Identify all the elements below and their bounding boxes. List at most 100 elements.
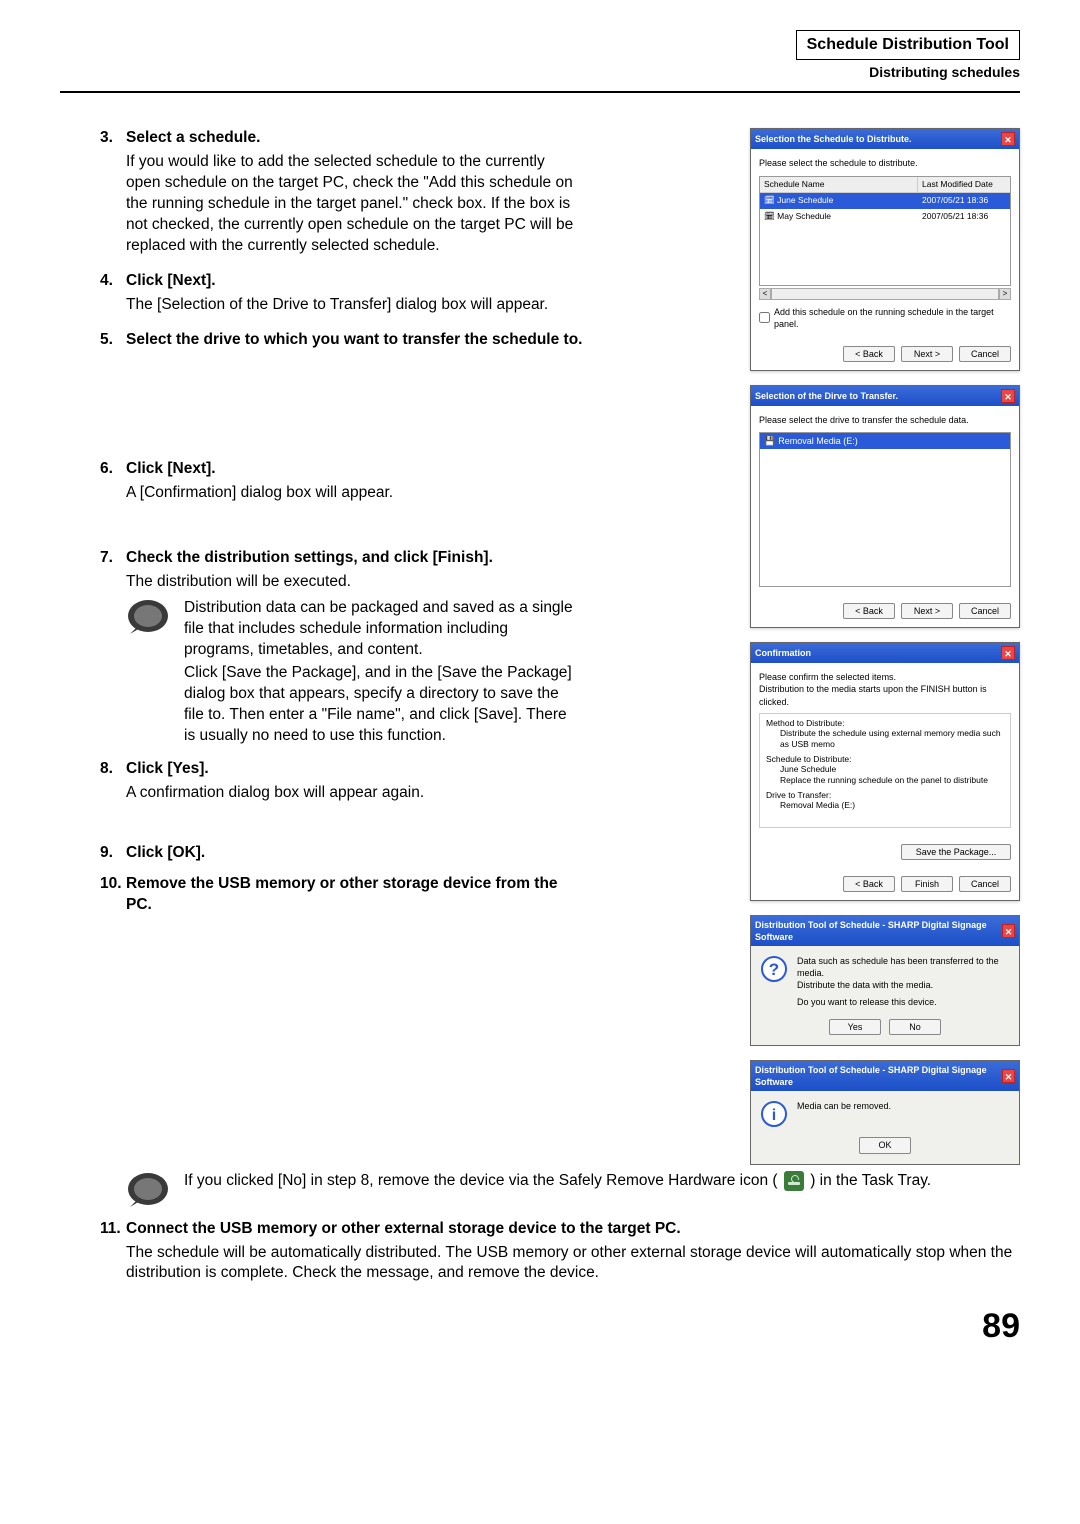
page-number: 89 bbox=[60, 1304, 1020, 1350]
step-title: Check the distribution settings, and cli… bbox=[126, 548, 493, 569]
scroll-track[interactable] bbox=[771, 288, 999, 300]
info-icon: i bbox=[761, 1101, 787, 1127]
step-3-body: If you would like to add the selected sc… bbox=[126, 152, 580, 257]
close-icon[interactable]: ✕ bbox=[1002, 1069, 1015, 1083]
msg-line2: Distribute the data with the media. bbox=[797, 980, 1009, 992]
row-name: May Schedule bbox=[777, 211, 831, 221]
step-6-body: A [Confirmation] dialog box will appear. bbox=[126, 483, 580, 504]
step-10-note: If you clicked [No] in step 8, remove th… bbox=[126, 1171, 1020, 1207]
step-5-heading: 5. Select the drive to which you want to… bbox=[100, 330, 730, 351]
dialog-titlebar: Distribution Tool of Schedule - SHARP Di… bbox=[751, 916, 1019, 946]
confirmation-dialog: Confirmation ✕ Please confirm the select… bbox=[750, 642, 1020, 901]
finish-button[interactable]: Finish bbox=[901, 876, 953, 892]
dialog-title-text: Distribution Tool of Schedule - SHARP Di… bbox=[755, 1064, 1002, 1088]
dialog-title-text: Selection the Schedule to Distribute. bbox=[755, 133, 912, 145]
header-title-box: Schedule Distribution Tool bbox=[796, 30, 1020, 60]
drive-label: Drive to Transfer: bbox=[766, 790, 1004, 801]
drive-list[interactable]: 💾 Removal Media (E:) bbox=[759, 432, 1011, 587]
next-button[interactable]: Next > bbox=[901, 603, 953, 619]
list-row-selected[interactable]: 🗓 June Schedule 2007/05/21 18:36 bbox=[760, 193, 1010, 208]
save-package-button[interactable]: Save the Package... bbox=[901, 844, 1011, 860]
dialog-titlebar: Selection the Schedule to Distribute. ✕ bbox=[751, 129, 1019, 149]
step-title: Remove the USB memory or other storage d… bbox=[126, 874, 580, 916]
dialog-titlebar: Distribution Tool of Schedule - SHARP Di… bbox=[751, 1061, 1019, 1091]
step-number: 3. bbox=[100, 128, 126, 149]
tip-icon bbox=[126, 598, 170, 634]
step-11-heading: 11. Connect the USB memory or other exte… bbox=[100, 1219, 1020, 1240]
close-icon[interactable]: ✕ bbox=[1001, 389, 1015, 403]
msg-line1: Data such as schedule has been transferr… bbox=[797, 956, 1009, 979]
row-name: June Schedule bbox=[777, 195, 833, 205]
confirm-line2: Distribution to the media starts upon th… bbox=[759, 683, 1011, 707]
step-3-heading: 3. Select a schedule. bbox=[100, 128, 580, 149]
method-text: Distribute the schedule using external m… bbox=[780, 728, 1004, 749]
back-button[interactable]: < Back bbox=[843, 876, 895, 892]
release-device-dialog: Distribution Tool of Schedule - SHARP Di… bbox=[750, 915, 1020, 1046]
step-4-body: The [Selection of the Drive to Transfer]… bbox=[126, 295, 580, 316]
step-title: Click [OK]. bbox=[126, 843, 205, 864]
svg-text:?: ? bbox=[769, 960, 779, 979]
close-icon[interactable]: ✕ bbox=[1001, 646, 1015, 660]
step-number: 8. bbox=[100, 759, 126, 780]
step-number: 7. bbox=[100, 548, 126, 569]
drive-label: Removal Media (E:) bbox=[778, 435, 858, 447]
yes-button[interactable]: Yes bbox=[829, 1019, 881, 1035]
cancel-button[interactable]: Cancel bbox=[959, 346, 1011, 362]
step-title: Click [Yes]. bbox=[126, 759, 209, 780]
note-paragraph-2: Click [Save the Package], and in the [Sa… bbox=[184, 663, 580, 747]
safely-remove-hardware-icon bbox=[784, 1171, 804, 1191]
list-row[interactable]: 🗓 May Schedule 2007/05/21 18:36 bbox=[760, 209, 1010, 224]
step-8-body: A confirmation dialog box will appear ag… bbox=[126, 783, 580, 804]
select-drive-dialog: Selection of the Dirve to Transfer. ✕ Pl… bbox=[750, 385, 1020, 628]
row-date: 2007/05/21 18:36 bbox=[918, 209, 1010, 224]
step-number: 9. bbox=[100, 843, 126, 864]
no-button[interactable]: No bbox=[889, 1019, 941, 1035]
dialog-instruction: Please select the schedule to distribute… bbox=[759, 157, 1011, 169]
step-title: Connect the USB memory or other external… bbox=[126, 1219, 681, 1240]
step-number: 10. bbox=[100, 874, 126, 916]
step-7-body: The distribution will be executed. bbox=[126, 572, 580, 593]
row-date: 2007/05/21 18:36 bbox=[918, 193, 1010, 208]
media-removed-dialog: Distribution Tool of Schedule - SHARP Di… bbox=[750, 1060, 1020, 1164]
header-subtitle: Distributing schedules bbox=[60, 63, 1020, 82]
next-button[interactable]: Next > bbox=[901, 346, 953, 362]
horizontal-scrollbar[interactable]: < > bbox=[759, 288, 1011, 300]
add-schedule-checkbox[interactable] bbox=[759, 312, 770, 323]
scroll-right-icon[interactable]: > bbox=[999, 288, 1011, 300]
dialog-titlebar: Selection of the Dirve to Transfer. ✕ bbox=[751, 386, 1019, 406]
method-label: Method to Distribute: bbox=[766, 718, 1004, 729]
ok-button[interactable]: OK bbox=[859, 1137, 911, 1153]
question-icon: ? bbox=[761, 956, 787, 982]
note-paragraph-1: Distribution data can be packaged and sa… bbox=[184, 598, 580, 661]
step-7-note: Distribution data can be packaged and sa… bbox=[126, 598, 580, 746]
step-11-body: The schedule will be automatically distr… bbox=[126, 1243, 1020, 1285]
step-6-heading: 6. Click [Next]. bbox=[100, 459, 580, 480]
step-title: Select a schedule. bbox=[126, 128, 260, 149]
close-icon[interactable]: ✕ bbox=[1001, 132, 1015, 146]
svg-text:i: i bbox=[772, 1107, 776, 1124]
checkbox-label: Add this schedule on the running schedul… bbox=[774, 306, 1011, 330]
step-title: Click [Next]. bbox=[126, 271, 216, 292]
tip-icon bbox=[126, 1171, 170, 1207]
step-title: Select the drive to which you want to tr… bbox=[126, 330, 582, 351]
step-4-heading: 4. Click [Next]. bbox=[100, 271, 580, 292]
cancel-button[interactable]: Cancel bbox=[959, 876, 1011, 892]
calendar-icon: 🗓 bbox=[764, 211, 777, 221]
step-number: 4. bbox=[100, 271, 126, 292]
back-button[interactable]: < Back bbox=[843, 603, 895, 619]
step-8-heading: 8. Click [Yes]. bbox=[100, 759, 580, 780]
confirm-details: Method to Distribute: Distribute the sch… bbox=[759, 713, 1011, 828]
cancel-button[interactable]: Cancel bbox=[959, 603, 1011, 619]
step-title: Click [Next]. bbox=[126, 459, 216, 480]
schedule-list[interactable]: Schedule Name Last Modified Date 🗓 June … bbox=[759, 176, 1011, 286]
step-9-heading: 9. Click [OK]. bbox=[100, 843, 580, 864]
back-button[interactable]: < Back bbox=[843, 346, 895, 362]
scroll-left-icon[interactable]: < bbox=[759, 288, 771, 300]
step-number: 11. bbox=[100, 1219, 126, 1240]
close-icon[interactable]: ✕ bbox=[1002, 924, 1015, 938]
step-number: 6. bbox=[100, 459, 126, 480]
page-header: Schedule Distribution Tool Distributing … bbox=[60, 30, 1020, 93]
drive-row-selected[interactable]: 💾 Removal Media (E:) bbox=[760, 433, 1010, 449]
msg-text: Media can be removed. bbox=[797, 1101, 1009, 1127]
calendar-icon: 🗓 bbox=[764, 195, 777, 205]
